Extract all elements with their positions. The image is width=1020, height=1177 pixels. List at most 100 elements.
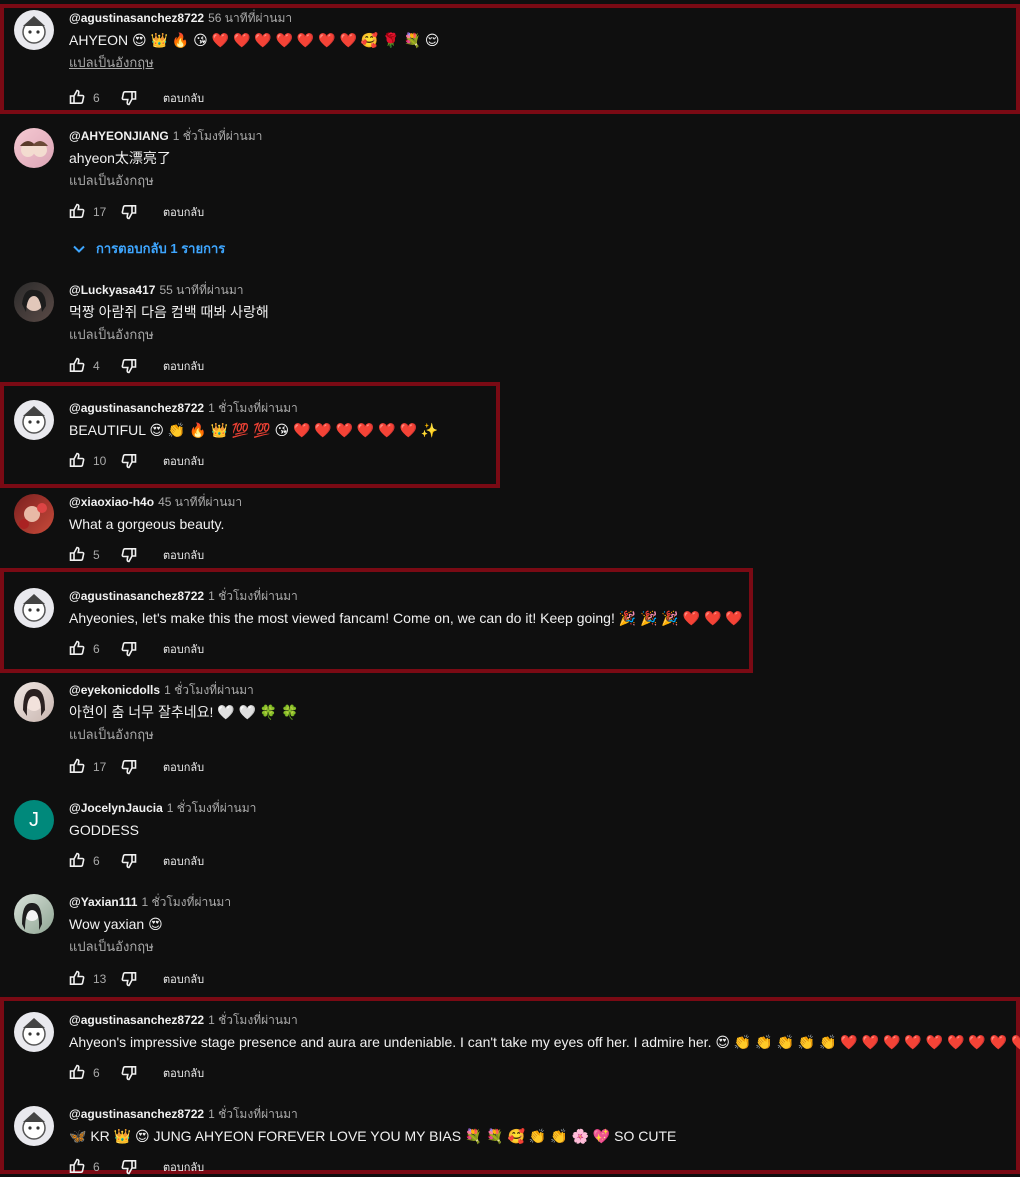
like-button[interactable] [69, 1064, 85, 1083]
avatar[interactable] [14, 1012, 54, 1052]
dislike-button[interactable] [121, 1065, 137, 1081]
comment-timestamp[interactable]: 45 นาทีที่ผ่านมา [158, 495, 242, 509]
avatar[interactable]: J [14, 800, 54, 840]
reply-button[interactable]: ตอบกลับ [163, 1158, 204, 1176]
thumbs-up-icon [69, 640, 85, 655]
reply-button[interactable]: ตอบกลับ [163, 758, 204, 776]
reply-button[interactable]: ตอบกลับ [163, 357, 204, 375]
like-count: 13 [93, 972, 107, 986]
reply-button[interactable]: ตอบกลับ [163, 452, 204, 470]
like-button[interactable] [69, 852, 85, 871]
reply-button[interactable]: ตอบกลับ [163, 89, 204, 107]
translate-link[interactable]: แปลเป็นอังกฤษ [69, 326, 1010, 344]
dislike-button[interactable] [121, 90, 137, 106]
like-button[interactable] [69, 640, 85, 659]
avatar[interactable] [14, 282, 54, 322]
comment-timestamp[interactable]: 1 ชั่วโมงที่ผ่านมา [208, 1013, 298, 1027]
comment: @agustinasanchez8722 1 ชั่วโมงที่ผ่านมา 🦋… [14, 1106, 1010, 1175]
avatar[interactable] [14, 588, 54, 628]
reply-button[interactable]: ตอบกลับ [163, 640, 204, 658]
dislike-button[interactable] [121, 547, 137, 563]
comment-text: Wow yaxian 😍 [69, 916, 163, 932]
like-button[interactable] [69, 357, 85, 376]
like-button[interactable] [69, 452, 85, 471]
like-count: 5 [93, 548, 100, 562]
comment-timestamp[interactable]: 1 ชั่วโมงที่ผ่านมา [141, 895, 231, 909]
comment-author[interactable]: @agustinasanchez8722 [69, 1013, 204, 1027]
chevron-down-icon [73, 245, 85, 253]
reply-button[interactable]: ตอบกลับ [163, 546, 204, 564]
avatar[interactable] [14, 1106, 54, 1146]
like-count: 6 [93, 642, 100, 656]
thumbs-down-icon [121, 1160, 137, 1175]
like-count: 6 [93, 1160, 100, 1174]
reply-button[interactable]: ตอบกลับ [163, 1064, 204, 1082]
like-button[interactable] [69, 546, 85, 565]
dislike-button[interactable] [121, 204, 137, 220]
thumbs-up-icon [69, 452, 85, 467]
thumbs-up-icon [69, 852, 85, 867]
comment-author[interactable]: @Luckyasa417 [69, 283, 155, 297]
thumbs-up-icon [69, 203, 85, 218]
comment: J @JocelynJaucia 1 ชั่วโมงที่ผ่านมา GODDE… [14, 800, 1010, 876]
translate-link[interactable]: แปลเป็นอังกฤษ [69, 54, 1010, 72]
comment-timestamp[interactable]: 1 ชั่วโมงที่ผ่านมา [173, 129, 263, 143]
like-count: 6 [93, 854, 100, 868]
dislike-button[interactable] [121, 1159, 137, 1175]
like-button[interactable] [69, 758, 85, 777]
translate-link[interactable]: แปลเป็นอังกฤษ [69, 726, 1010, 744]
avatar[interactable] [14, 682, 54, 722]
avatar[interactable] [14, 10, 54, 50]
comment-author[interactable]: @eyekonicdolls [69, 683, 160, 697]
dislike-button[interactable] [121, 453, 137, 469]
thumbs-up-icon [69, 89, 85, 104]
avatar[interactable] [14, 400, 54, 440]
thumbs-up-icon [69, 357, 85, 372]
dislike-button[interactable] [121, 641, 137, 657]
dislike-button[interactable] [121, 759, 137, 775]
reply-button[interactable]: ตอบกลับ [163, 203, 204, 221]
like-button[interactable] [69, 203, 85, 222]
like-button[interactable] [69, 970, 85, 989]
dislike-button[interactable] [121, 853, 137, 869]
comment-author[interactable]: @Yaxian111 [69, 895, 137, 909]
like-count: 6 [93, 91, 100, 105]
show-replies-button[interactable]: การตอบกลับ 1 รายการ [72, 238, 225, 259]
reply-button[interactable]: ตอบกลับ [163, 970, 204, 988]
comment-timestamp[interactable]: 1 ชั่วโมงที่ผ่านมา [164, 683, 254, 697]
like-button[interactable] [69, 89, 85, 108]
comment-author[interactable]: @agustinasanchez8722 [69, 589, 204, 603]
comment-text: 먹짱 아람쥐 다음 컴백 때봐 사랑해 [69, 304, 269, 320]
translate-link[interactable]: แปลเป็นอังกฤษ [69, 938, 1010, 956]
comment-author[interactable]: @agustinasanchez8722 [69, 1107, 204, 1121]
dislike-button[interactable] [121, 971, 137, 987]
comment-author[interactable]: @JocelynJaucia [69, 801, 163, 815]
thumbs-up-icon [69, 758, 85, 773]
comment-timestamp[interactable]: 56 นาทีที่ผ่านมา [208, 11, 292, 25]
thumbs-up-icon [69, 970, 85, 985]
reply-button[interactable]: ตอบกลับ [163, 852, 204, 870]
comment: @Yaxian111 1 ชั่วโมงที่ผ่านมา Wow yaxian … [14, 894, 1010, 994]
comment: @agustinasanchez8722 1 ชั่วโมงที่ผ่านมา A… [14, 588, 1010, 664]
comment-timestamp[interactable]: 1 ชั่วโมงที่ผ่านมา [208, 1107, 298, 1121]
comment: @xiaoxiao-h4o 45 นาทีที่ผ่านมา What a gor… [14, 494, 1010, 566]
comment-author[interactable]: @xiaoxiao-h4o [69, 495, 154, 509]
dislike-button[interactable] [121, 358, 137, 374]
comment-author[interactable]: @agustinasanchez8722 [69, 11, 204, 25]
comment: @agustinasanchez8722 1 ชั่วโมงที่ผ่านมา A… [14, 1012, 1020, 1088]
avatar[interactable] [14, 128, 54, 168]
comment-text: 🦋 KR 👑 😍 JUNG AHYEON FOREVER LOVE YOU MY… [69, 1128, 677, 1144]
thumbs-up-icon [69, 546, 85, 561]
avatar[interactable] [14, 494, 54, 534]
thumbs-down-icon [121, 972, 137, 987]
avatar-letter: J [29, 808, 39, 831]
avatar[interactable] [14, 894, 54, 934]
comment-timestamp[interactable]: 55 นาทีที่ผ่านมา [159, 283, 243, 297]
comment-timestamp[interactable]: 1 ชั่วโมงที่ผ่านมา [208, 589, 298, 603]
comment-author[interactable]: @agustinasanchez8722 [69, 401, 204, 415]
translate-link[interactable]: แปลเป็นอังกฤษ [69, 172, 1010, 190]
comment-author[interactable]: @AHYEONJIANG [69, 129, 169, 143]
comment-timestamp[interactable]: 1 ชั่วโมงที่ผ่านมา [167, 801, 257, 815]
comment-text: BEAUTIFUL 😍 👏 🔥 👑 💯 💯 😘 ❤️ ❤️ ❤️ ❤️ ❤️ ❤… [69, 422, 439, 438]
comment-timestamp[interactable]: 1 ชั่วโมงที่ผ่านมา [208, 401, 298, 415]
